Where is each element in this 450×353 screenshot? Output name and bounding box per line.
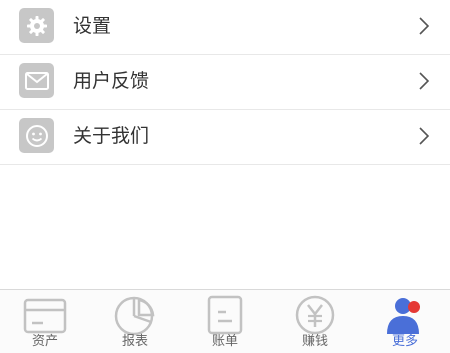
card-icon xyxy=(23,298,67,334)
tab-bills[interactable]: 账单 xyxy=(180,290,270,353)
chevron-right-icon xyxy=(419,17,430,35)
settings-menu: 设置 用户反馈 关于我们 xyxy=(0,0,450,165)
tab-reports[interactable]: 报表 xyxy=(90,290,180,353)
pie-chart-icon xyxy=(114,296,155,336)
notification-badge xyxy=(408,301,420,313)
tab-label: 资产 xyxy=(31,334,58,349)
tab-label: 报表 xyxy=(121,334,148,349)
tab-more[interactable]: 更多 xyxy=(360,290,450,353)
bill-icon xyxy=(207,295,243,335)
menu-item-about[interactable]: 关于我们 xyxy=(0,110,450,165)
smiley-icon xyxy=(19,118,54,153)
chevron-right-icon xyxy=(419,72,430,90)
menu-item-settings[interactable]: 设置 xyxy=(0,0,450,55)
yen-icon xyxy=(295,295,335,335)
menu-item-label: 关于我们 xyxy=(73,125,150,147)
tab-label: 更多 xyxy=(391,334,418,349)
menu-item-label: 设置 xyxy=(73,15,112,37)
menu-item-label: 用户反馈 xyxy=(73,70,150,92)
menu-item-feedback[interactable]: 用户反馈 xyxy=(0,55,450,110)
user-more-icon xyxy=(387,298,420,334)
tab-assets[interactable]: 资产 xyxy=(0,290,90,353)
tab-earn[interactable]: 赚钱 xyxy=(270,290,360,353)
mail-icon xyxy=(19,63,54,98)
tab-label: 账单 xyxy=(211,334,238,349)
chevron-right-icon xyxy=(419,127,430,145)
tab-label: 赚钱 xyxy=(301,334,328,349)
bottom-tab-bar: 资产 报表 账单 赚钱 更多 xyxy=(0,289,450,353)
gear-icon xyxy=(19,8,54,43)
